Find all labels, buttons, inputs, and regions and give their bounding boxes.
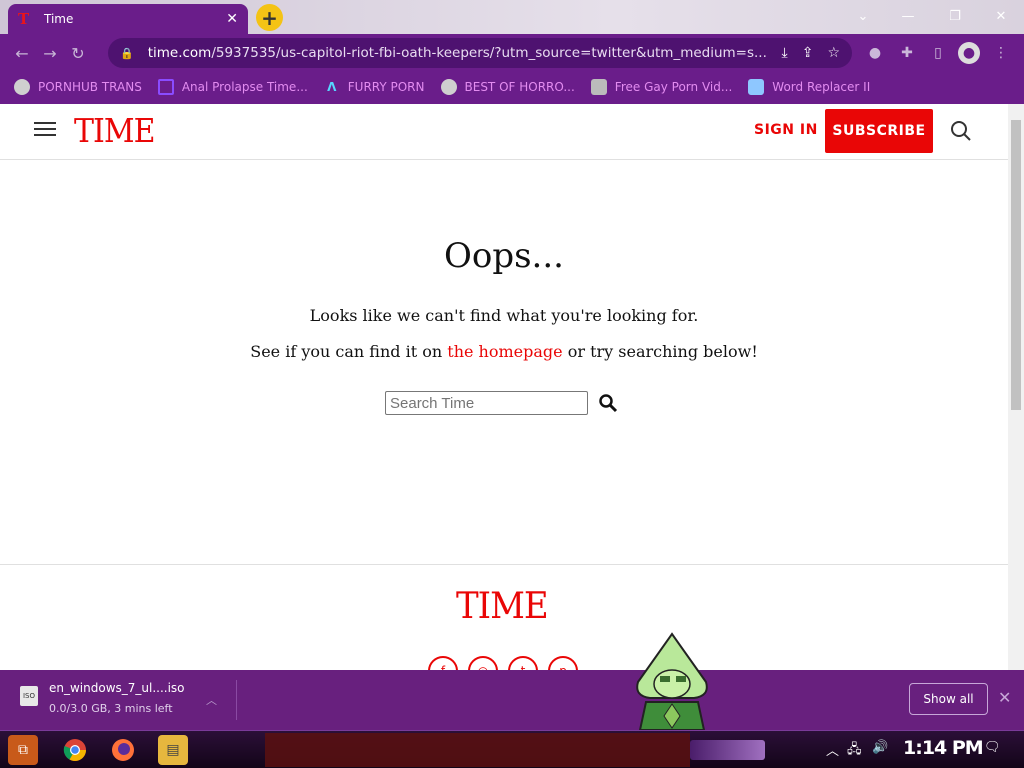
bookmark-item[interactable]: Word Replacer II (748, 79, 870, 95)
lambda-icon: Λ (327, 80, 337, 94)
search-form (385, 391, 618, 415)
url-text: time.com/5937535/us-capitol-riot-fbi-oat… (147, 45, 767, 61)
tray-overflow-chevron-icon[interactable]: ︿ (826, 740, 839, 759)
menu-kebab-icon[interactable]: ⋮ (990, 42, 1012, 64)
web-page: TIME SIGN IN SUBSCRIBE Oops... Looks lik… (0, 104, 1008, 670)
restore-button[interactable]: ❐ (940, 4, 970, 28)
back-button[interactable]: ← (8, 39, 36, 67)
windows-taskbar: ⧉ ▤ ︿ 🖧 🔊 1:14 PM 🗨 (0, 730, 1024, 768)
tab-search-icon[interactable]: ⌄ (848, 4, 878, 28)
tab-strip: T Time ✕ + ⌄ — ❐ ✕ (0, 0, 1024, 34)
robot-icon (590, 79, 607, 95)
minimize-button[interactable]: — (893, 4, 923, 28)
lock-icon[interactable]: 🔒 (120, 47, 134, 60)
error-heading-wrap: Oops... (0, 236, 1008, 276)
show-all-button[interactable]: Show all (909, 683, 988, 715)
bookmark-item[interactable]: Free Gay Porn Vid... (590, 79, 732, 95)
download-filename[interactable]: en_windows_7_ul....iso (49, 681, 185, 695)
time-favicon-icon: T (18, 10, 30, 28)
page-title: Oops... (444, 236, 564, 276)
volume-icon[interactable]: 🔊 (872, 740, 888, 755)
mascot-character-image (636, 632, 708, 730)
firefox-taskbar-icon[interactable] (108, 735, 138, 765)
tab-time[interactable]: T Time ✕ (8, 4, 248, 34)
bookmark-star-icon[interactable]: ☆ (827, 45, 840, 61)
search-icon[interactable] (950, 120, 972, 142)
address-bar[interactable]: 🔒 time.com/5937535/us-capitol-riot-fbi-o… (108, 38, 852, 68)
file-explorer-icon[interactable]: ▤ (158, 735, 188, 765)
profile-icon[interactable]: ● (958, 42, 980, 64)
bracket-icon (157, 79, 174, 95)
download-bar: ISO en_windows_7_ul....iso 0.0/3.0 GB, 3… (0, 670, 1024, 730)
browser-chrome: T Time ✕ + ⌄ — ❐ ✕ ← → ↻ 🔒 time.com/5937… (0, 0, 1024, 104)
extensions-puzzle-icon[interactable]: ✚ (896, 42, 918, 64)
scrollbar-thumb[interactable] (1011, 120, 1021, 410)
bookmark-item[interactable]: Anal Prolapse Time... (157, 79, 308, 95)
tab-title: Time (44, 12, 74, 26)
bookmarks-bar: PORNHUB TRANS Anal Prolapse Time... Λ FUR… (0, 72, 1024, 102)
error-message: Looks like we can't find what you're loo… (309, 306, 699, 325)
close-download-bar-icon[interactable]: ✕ (998, 688, 1011, 707)
taskbar-window-preview[interactable] (265, 733, 690, 767)
side-panel-icon[interactable]: ▯ (927, 42, 949, 64)
footer-time-logo[interactable]: TIME (456, 584, 549, 627)
homepage-link[interactable]: the homepage (447, 342, 562, 361)
taskbar-clock[interactable]: 1:14 PM (903, 737, 984, 759)
divider (236, 680, 237, 720)
bookmark-item[interactable]: PORNHUB TRANS (14, 79, 142, 95)
iso-file-icon: ISO (20, 686, 38, 706)
help-message: See if you can find it on the homepage o… (250, 342, 758, 361)
time-logo[interactable]: TIME (74, 113, 155, 151)
close-window-button[interactable]: ✕ (986, 4, 1016, 28)
search-submit-icon[interactable] (598, 393, 618, 413)
bookmark-item[interactable]: Λ FURRY PORN (324, 79, 424, 95)
action-center-icon[interactable]: 🗨 (984, 740, 1001, 755)
extension-avatar-icon[interactable]: ● (864, 42, 886, 64)
close-tab-icon[interactable]: ✕ (226, 11, 238, 27)
page-scrollbar[interactable] (1008, 104, 1024, 670)
browser-toolbar: ← → ↻ 🔒 time.com/5937535/us-capitol-riot… (0, 34, 1024, 72)
network-icon[interactable]: 🖧 (847, 740, 862, 762)
sign-in-link[interactable]: SIGN IN (754, 122, 818, 138)
site-header: TIME SIGN IN SUBSCRIBE (0, 104, 1008, 160)
chevron-up-icon[interactable]: ︿ (206, 692, 217, 708)
globe-icon (14, 79, 30, 95)
hamburger-menu-icon[interactable] (34, 122, 56, 138)
search-input[interactable] (385, 391, 588, 415)
install-icon[interactable]: ⤓ (782, 45, 788, 61)
forward-button[interactable]: → (36, 39, 64, 67)
chrome-taskbar-icon[interactable] (60, 735, 90, 765)
taskbar-decoration (690, 740, 765, 760)
download-status: 0.0/3.0 GB, 3 mins left (49, 702, 173, 715)
wr-icon (748, 79, 765, 95)
start-button-icon[interactable]: ⧉ (8, 735, 38, 765)
subscribe-button[interactable]: SUBSCRIBE (825, 109, 933, 153)
globe-icon (440, 79, 457, 95)
share-icon[interactable]: ⇪ (802, 45, 814, 61)
bookmark-item[interactable]: BEST OF HORRO... (440, 79, 575, 95)
reload-button[interactable]: ↻ (64, 39, 92, 67)
new-tab-button[interactable]: + (256, 4, 283, 31)
